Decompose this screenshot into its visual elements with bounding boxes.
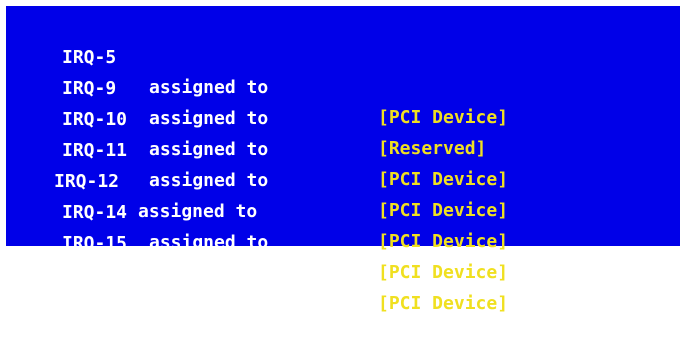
- irq-label: IRQ-15: [62, 233, 128, 254]
- assigned-to-label: assigned to: [149, 232, 269, 253]
- irq-row[interactable]: IRQ-14 assigned to [PCI Device]: [6, 168, 680, 283]
- irq-row[interactable]: IRQ-15 assigned to [PCI Device]: [6, 199, 680, 314]
- bios-irq-panel: IRQ-5 assigned to [PCI Device] IRQ-9 ass…: [6, 6, 680, 314]
- irq-row[interactable]: IRQ-10 assigned to [PCI Device]: [6, 75, 680, 190]
- irq-row[interactable]: IRQ-5 assigned to [PCI Device]: [6, 13, 680, 128]
- irq-value[interactable]: [PCI Device]: [378, 289, 508, 319]
- irq-row[interactable]: IRQ-11 assigned to [PCI Device]: [6, 106, 680, 221]
- irq-value[interactable]: [PCI Device]: [378, 258, 508, 288]
- irq-value[interactable]: [PCI Device]: [378, 227, 508, 257]
- assigned-to-label: assigned to: [149, 263, 269, 284]
- irq-row[interactable]: IRQ-9 assigned to [Reserved]: [6, 44, 680, 159]
- irq-row[interactable]: IRQ-12 assigned to [PCI Device]: [6, 137, 680, 252]
